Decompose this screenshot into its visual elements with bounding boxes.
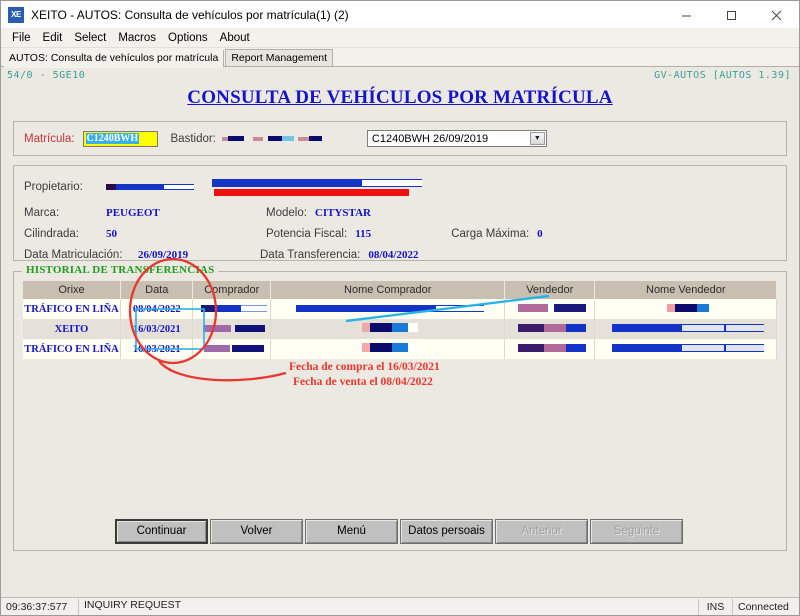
data-transferencia-label: Data Transferencia:: [260, 249, 361, 261]
data-transferencia-value: 08/04/2022: [368, 249, 419, 261]
cilindrada-label: Cilindrada:: [24, 228, 79, 240]
potencia-fiscal-label: Potencia Fiscal:: [266, 228, 348, 240]
tab-report-management[interactable]: Report Management: [225, 49, 334, 67]
modelo-label: Modelo:: [266, 207, 307, 219]
status-ins: INS: [699, 598, 733, 615]
form-area: 54/0 - 5GE10 GV-AUTOS [AUTOS 1.39] CONSU…: [1, 67, 799, 607]
page-title: CONSULTA DE VEHÍCULOS POR MATRÍCULA: [187, 87, 613, 108]
marca-value: PEUGEOT: [106, 207, 160, 219]
cell-orixe: XEITO: [22, 319, 122, 339]
menu-item-about[interactable]: About: [214, 31, 256, 45]
status-right-group: INS Connected: [699, 598, 799, 615]
plate-panel: Matrícula: C1240BWH Bastidor: C1240BWH 2…: [13, 121, 787, 156]
column-header-comprador[interactable]: Comprador: [192, 281, 272, 299]
window-controls: [664, 1, 799, 29]
matricula-input[interactable]: C1240BWH: [82, 130, 158, 147]
menu-item-file[interactable]: File: [6, 31, 37, 45]
header-status-line: 54/0 - 5GE10 GV-AUTOS [AUTOS 1.39]: [1, 67, 799, 81]
application-window: XE XEITO - AUTOS: Consulta de vehículos …: [0, 0, 800, 616]
carga-maxima-label: Carga Máxima:: [451, 228, 530, 240]
historial-panel: HISTORIAL DE TRANSFERENCIAS Orixe Data C…: [13, 264, 787, 551]
session-id-text: 54/0 - 5GE10: [7, 70, 86, 81]
matricula-value: C1240BWH: [85, 133, 140, 144]
tab-strip: AUTOS: Consulta de vehículos por matrícu…: [1, 48, 799, 68]
marca-label: Marca:: [24, 207, 60, 219]
menu-button[interactable]: Menú: [305, 518, 398, 544]
cell-orixe: TRÁFICO EN LIÑA: [22, 339, 122, 359]
vehicle-panel: Propietario: Marca: PEUGEOT Modelo: CITY…: [13, 165, 787, 261]
cell-comprador-redacted: [192, 299, 272, 319]
propietario-id-redacted: [106, 183, 194, 192]
column-header-vendedor[interactable]: Vendedor: [504, 281, 596, 299]
propietario-label: Propietario:: [24, 181, 83, 193]
app-icon: XE: [8, 6, 24, 23]
chevron-down-icon[interactable]: ▼: [529, 132, 545, 145]
menu-item-select[interactable]: Select: [68, 31, 112, 45]
title-bar: XE XEITO - AUTOS: Consulta de vehículos …: [1, 1, 799, 29]
cell-nome-vendedor-redacted: [594, 319, 778, 339]
cell-nome-vendedor-redacted: [594, 299, 778, 319]
close-icon[interactable]: [754, 1, 799, 29]
cell-nome-comprador-redacted: [270, 339, 506, 359]
status-connection: Connected: [738, 600, 789, 613]
cell-vendedor-redacted: [504, 299, 596, 319]
table-row[interactable]: XEITO 16/03/2021: [22, 319, 778, 339]
button-bar: Continuar Volver Menú Datos persoais Ant…: [14, 512, 786, 550]
potencia-fiscal-value: 115: [355, 228, 372, 240]
cilindrada-value: 50: [106, 228, 117, 240]
cell-comprador-redacted: [192, 319, 272, 339]
bastidor-label: Bastidor:: [170, 132, 216, 145]
window-title: XEITO - AUTOS: Consulta de vehículos por…: [31, 7, 349, 22]
cell-data: 16/03/2021: [120, 339, 194, 359]
status-message-cell: INQUIRY REQUEST: [79, 598, 699, 615]
volver-button[interactable]: Volver: [210, 518, 303, 544]
bastidor-value-redacted: [221, 134, 322, 143]
modelo-value: CITYSTAR: [314, 207, 371, 219]
historial-legend: HISTORIAL DE TRANSFERENCIAS: [22, 264, 219, 276]
plate-date-selected-value: C1240BWH 26/09/2019: [371, 132, 489, 145]
status-message: INQUIRY REQUEST: [84, 598, 182, 611]
tab-consulta-vehiculos[interactable]: AUTOS: Consulta de vehículos por matrícu…: [4, 50, 225, 68]
carga-maxima-value: 0: [537, 228, 543, 240]
data-matriculacion-value: 26/09/2019: [138, 249, 189, 261]
transfer-history-table: Orixe Data Comprador Nome Comprador Vend…: [22, 281, 778, 359]
menu-bar: File Edit Select Macros Options About: [1, 29, 799, 48]
app-version-text: GV-AUTOS [AUTOS 1.39]: [654, 70, 791, 81]
minimize-icon[interactable]: [664, 1, 709, 29]
table-row[interactable]: TRÁFICO EN LIÑA 16/03/2021: [22, 339, 778, 359]
maximize-icon[interactable]: [709, 1, 754, 29]
status-bar: 09:36:37:577 INQUIRY REQUEST INS Connect…: [1, 597, 799, 615]
column-header-data[interactable]: Data: [120, 281, 194, 299]
data-matriculacion-label: Data Matriculación:: [24, 249, 123, 261]
menu-item-options[interactable]: Options: [162, 31, 214, 45]
cell-comprador-redacted: [192, 339, 272, 359]
cell-orixe: TRÁFICO EN LIÑA: [22, 299, 122, 319]
column-header-orixe[interactable]: Orixe: [22, 281, 122, 299]
menu-item-edit[interactable]: Edit: [37, 31, 69, 45]
table-row[interactable]: TRÁFICO EN LIÑA 08/04/2022: [22, 299, 778, 319]
cell-nome-comprador-redacted: [270, 319, 506, 339]
cell-nome-vendedor-redacted: [594, 339, 778, 359]
cell-data: 08/04/2022: [120, 299, 194, 319]
propietario-name-redacted: [212, 178, 422, 196]
seguinte-button: Seguinte: [590, 518, 683, 544]
cell-vendedor-redacted: [504, 319, 596, 339]
status-time: 09:36:37:577: [1, 598, 79, 615]
cell-vendedor-redacted: [504, 339, 596, 359]
cell-data: 16/03/2021: [120, 319, 194, 339]
column-header-nome-comprador[interactable]: Nome Comprador: [270, 281, 506, 299]
column-header-nome-vendedor[interactable]: Nome Vendedor: [594, 281, 778, 299]
anterior-button: Anterior: [495, 518, 588, 544]
cell-nome-comprador-redacted: [270, 299, 506, 319]
plate-date-select[interactable]: C1240BWH 26/09/2019 ▼: [366, 130, 547, 147]
menu-item-macros[interactable]: Macros: [112, 31, 162, 45]
datos-persoais-button[interactable]: Datos persoais: [400, 518, 493, 544]
continuar-button[interactable]: Continuar: [115, 518, 208, 544]
table-header-row: Orixe Data Comprador Nome Comprador Vend…: [22, 281, 778, 299]
matricula-label: Matrícula:: [24, 132, 75, 145]
